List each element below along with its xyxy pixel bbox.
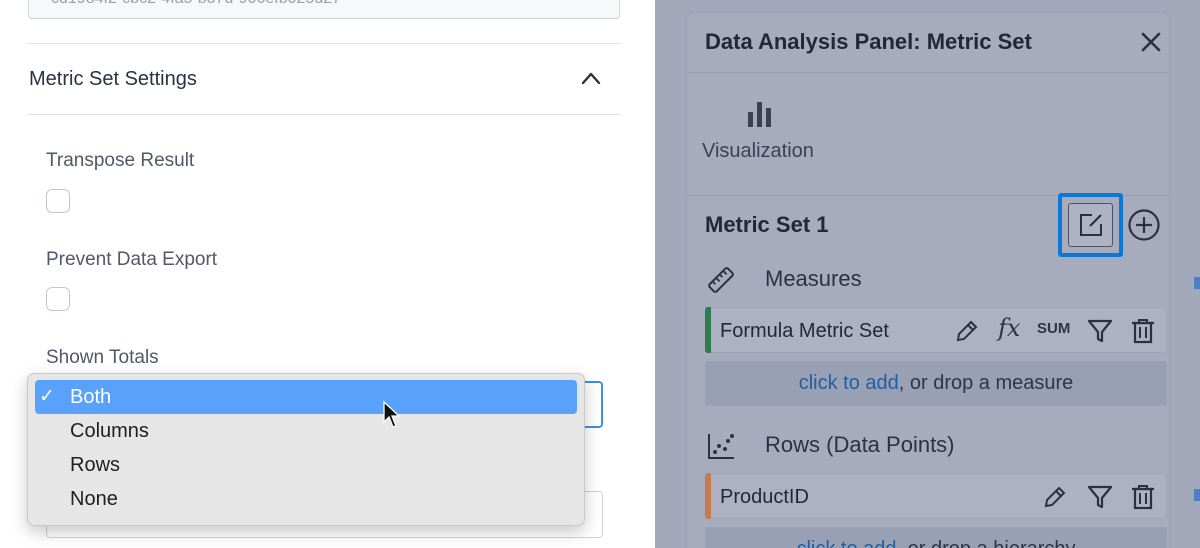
color-stripe	[705, 307, 711, 353]
aggregation-sum[interactable]: SUM	[1037, 320, 1070, 337]
option-label: None	[70, 488, 118, 510]
edit-square-icon	[1080, 214, 1102, 236]
add-row-hint: , or drop a hierarchy	[897, 538, 1076, 548]
filter-icon[interactable]	[1087, 484, 1113, 510]
option-none[interactable]: None	[35, 482, 577, 516]
chevron-up-icon[interactable]	[580, 70, 602, 86]
option-columns[interactable]: Columns	[35, 414, 577, 448]
option-rows[interactable]: Rows	[35, 448, 577, 482]
measure-item-label: Formula Metric Set	[720, 320, 889, 342]
prevent-export-label: Prevent Data Export	[46, 249, 218, 270]
mouse-pointer-icon	[383, 400, 401, 428]
bar-chart-icon[interactable]	[746, 100, 774, 128]
metric-set-settings-header[interactable]: Metric Set Settings	[28, 44, 620, 114]
pencil-icon[interactable]	[1042, 484, 1068, 510]
add-measure-dropzone[interactable]: click to add, or drop a measure	[705, 361, 1167, 406]
add-row-link[interactable]: click to add	[796, 538, 896, 548]
transpose-result-checkbox[interactable]	[46, 189, 70, 213]
shown-totals-dropdown: ✓ Both Columns Rows None	[27, 373, 585, 526]
measures-label: Measures	[765, 266, 862, 291]
add-measure-link[interactable]: click to add	[799, 372, 899, 394]
check-icon: ✓	[39, 386, 55, 407]
edge-marker	[1194, 489, 1200, 501]
color-stripe	[705, 473, 711, 519]
option-label: Columns	[70, 420, 149, 442]
edge-marker	[1194, 277, 1200, 289]
transpose-result-label: Transpose Result	[46, 150, 195, 171]
option-label: Both	[70, 386, 112, 408]
add-measure-hint: , or drop a measure	[898, 372, 1074, 394]
divider	[687, 72, 1169, 73]
rows-label: Rows (Data Points)	[765, 432, 955, 457]
panel-title: Data Analysis Panel: Metric Set	[705, 29, 1032, 54]
row-item-label: ProductID	[720, 486, 809, 508]
id-field[interactable]: cd1984f2-cbc2-4fa5-b87d-906efb025d27	[28, 0, 620, 19]
add-circle-icon[interactable]	[1127, 208, 1161, 242]
row-item[interactable]: ProductID	[705, 473, 1167, 519]
divider	[28, 114, 620, 115]
data-analysis-panel	[686, 12, 1170, 548]
filter-icon[interactable]	[1087, 318, 1113, 344]
scatter-chart-icon	[708, 434, 734, 459]
trash-icon[interactable]	[1130, 484, 1156, 510]
formula-icon[interactable]: fx	[998, 314, 1020, 342]
option-both[interactable]: ✓ Both	[35, 380, 577, 414]
section-title: Metric Set Settings	[29, 68, 197, 90]
edit-metric-set-button[interactable]	[1068, 203, 1113, 247]
option-label: Rows	[70, 454, 121, 476]
properties-panel: cd1984f2-cbc2-4fa5-b87d-906efb025d27 Met…	[0, 0, 655, 548]
close-icon[interactable]	[1140, 31, 1162, 53]
trash-icon[interactable]	[1130, 318, 1156, 344]
measure-item[interactable]: Formula Metric Set fx SUM	[705, 307, 1167, 353]
add-row-dropzone[interactable]: click to add, or drop a hierarchy	[705, 527, 1167, 548]
ruler-icon	[708, 267, 734, 293]
pencil-icon[interactable]	[954, 318, 980, 344]
visualization-label[interactable]: Visualization	[702, 140, 814, 163]
prevent-export-checkbox[interactable]	[46, 287, 70, 311]
metric-set-title: Metric Set 1	[705, 212, 829, 237]
shown-totals-label: Shown Totals	[46, 347, 159, 368]
